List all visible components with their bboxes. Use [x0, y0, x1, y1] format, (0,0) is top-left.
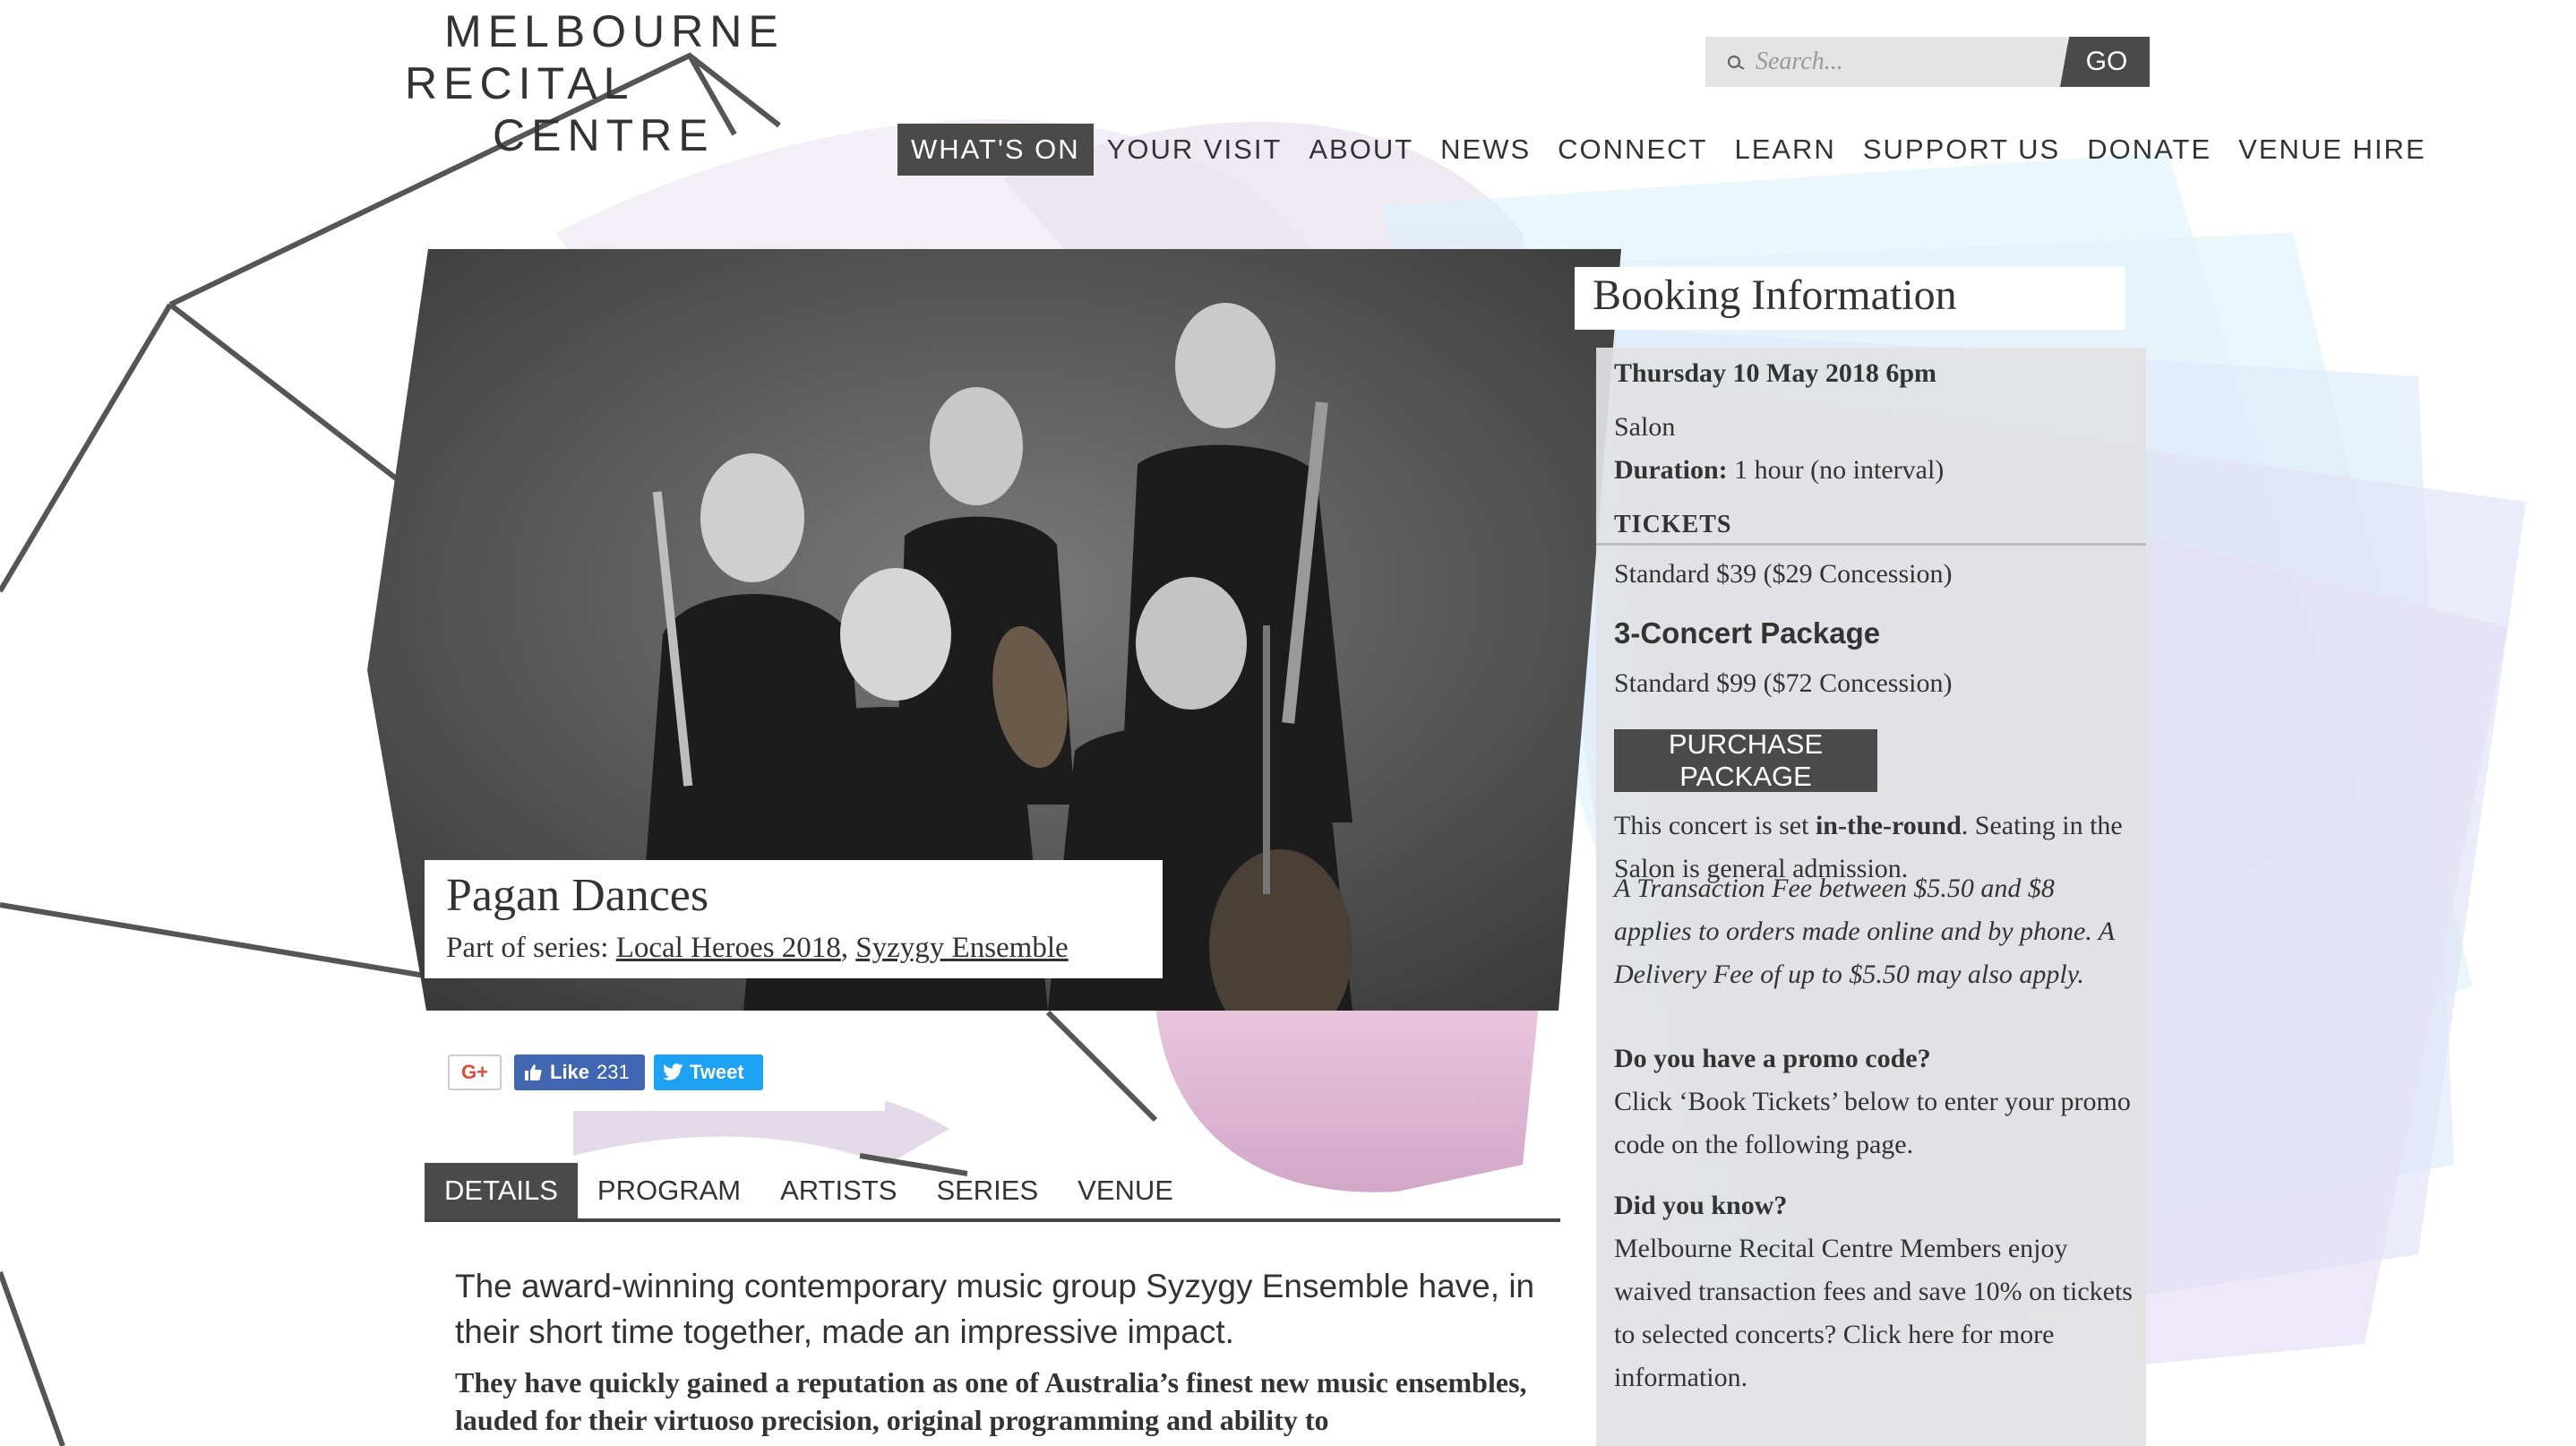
- nav-your-visit[interactable]: YOUR VISIT: [1094, 124, 1296, 176]
- event-intro: The award-winning contemporary music gro…: [455, 1268, 1535, 1350]
- nav-news[interactable]: NEWS: [1427, 124, 1544, 176]
- nav-support-us[interactable]: SUPPORT US: [1850, 124, 2074, 176]
- booking-duration: Duration: 1 hour (no interval): [1614, 455, 1944, 486]
- search-icon: [1727, 55, 1745, 70]
- tab-artists[interactable]: ARTISTS: [760, 1163, 916, 1218]
- search-go-button[interactable]: GO: [2060, 37, 2150, 87]
- nav-donate[interactable]: DONATE: [2074, 124, 2225, 176]
- tickets-heading: TICKETS: [1614, 511, 1732, 538]
- search-input[interactable]: [1756, 37, 2060, 87]
- thumbs-up-icon: [525, 1064, 542, 1080]
- promo-text: Click ‘Book Tickets’ below to enter your…: [1614, 1087, 2131, 1159]
- standard-price: Standard $39 ($29 Concession): [1614, 559, 1953, 589]
- booking-heading-box: Booking Information: [1575, 267, 2125, 330]
- tab-details[interactable]: DETAILS: [425, 1163, 578, 1218]
- logo-line-2: RECITAL: [405, 58, 635, 108]
- seating-bold: in-the-round: [1815, 811, 1962, 840]
- series-separator: ,: [840, 932, 849, 964]
- did-you-know-heading: Did you know?: [1614, 1191, 1788, 1220]
- duration-label: Duration:: [1614, 455, 1728, 485]
- booking-heading: Booking Information: [1593, 271, 1957, 319]
- google-plus-button[interactable]: G+: [448, 1054, 502, 1090]
- booking-venue: Salon: [1614, 412, 1676, 442]
- logo-line-3: CENTRE: [493, 110, 715, 160]
- package-price: Standard $99 ($72 Concession): [1614, 668, 1953, 698]
- event-series: Part of series: Local Heroes 2018, Syzyg…: [446, 932, 1069, 965]
- nav-whats-on[interactable]: WHAT'S ON: [897, 124, 1094, 176]
- tweet-label: Tweet: [690, 1061, 744, 1083]
- search-box: [1705, 37, 2067, 87]
- twitter-bird-icon: [663, 1063, 683, 1080]
- seating-pre: This concert is set: [1614, 811, 1816, 840]
- tweet-button[interactable]: Tweet: [654, 1054, 763, 1090]
- booking-date: Thursday 10 May 2018 6pm: [1614, 358, 1937, 388]
- series-link-local-heroes[interactable]: Local Heroes 2018: [616, 932, 841, 964]
- main-nav: WHAT'S ON YOUR VISIT ABOUT NEWS CONNECT …: [897, 124, 2440, 176]
- transaction-fee-note: A Transaction Fee between $5.50 and $8 a…: [1614, 874, 2115, 989]
- facebook-like-count: 231: [597, 1061, 630, 1083]
- facebook-like-button[interactable]: Like 231: [514, 1054, 645, 1090]
- search-bar: GO: [1705, 37, 2150, 87]
- series-link-syzygy[interactable]: Syzygy Ensemble: [855, 932, 1068, 964]
- series-prefix: Part of series:: [446, 932, 609, 964]
- duration-value: 1 hour (no interval): [1734, 455, 1945, 485]
- logo-line-1: MELBOURNE: [444, 6, 785, 56]
- event-title: Pagan Dances: [446, 870, 709, 921]
- facebook-like-label: Like: [550, 1061, 590, 1083]
- booking-panel: Thursday 10 May 2018 6pm Salon Duration:…: [1596, 348, 2146, 1446]
- nav-venue-hire[interactable]: VENUE HIRE: [2225, 124, 2439, 176]
- page: MELBOURNE RECITAL CENTRE GO WHAT'S ON YO…: [0, 0, 2576, 1446]
- tab-series[interactable]: SERIES: [916, 1163, 1058, 1218]
- event-tabs: DETAILS PROGRAM ARTISTS SERIES VENUE: [425, 1163, 1560, 1222]
- event-description-bold: They have quickly gained a reputation as…: [455, 1366, 1527, 1436]
- tab-program[interactable]: PROGRAM: [578, 1163, 760, 1218]
- event-title-card: Pagan Dances Part of series: Local Heroe…: [425, 860, 1163, 978]
- social-share-bar: G+ Like 231 Tweet: [425, 1030, 885, 1111]
- did-you-know-text[interactable]: Melbourne Recital Centre Members enjoy w…: [1614, 1227, 2134, 1399]
- nav-about[interactable]: ABOUT: [1295, 124, 1427, 176]
- nav-connect[interactable]: CONNECT: [1544, 124, 1721, 176]
- promo-heading: Do you have a promo code?: [1614, 1044, 1931, 1073]
- package-heading: 3-Concert Package: [1614, 616, 1881, 650]
- nav-learn[interactable]: LEARN: [1721, 124, 1849, 176]
- purchase-package-button[interactable]: PURCHASE PACKAGE: [1614, 728, 1877, 792]
- tickets-divider: [1596, 543, 2146, 546]
- tab-venue[interactable]: VENUE: [1058, 1163, 1193, 1218]
